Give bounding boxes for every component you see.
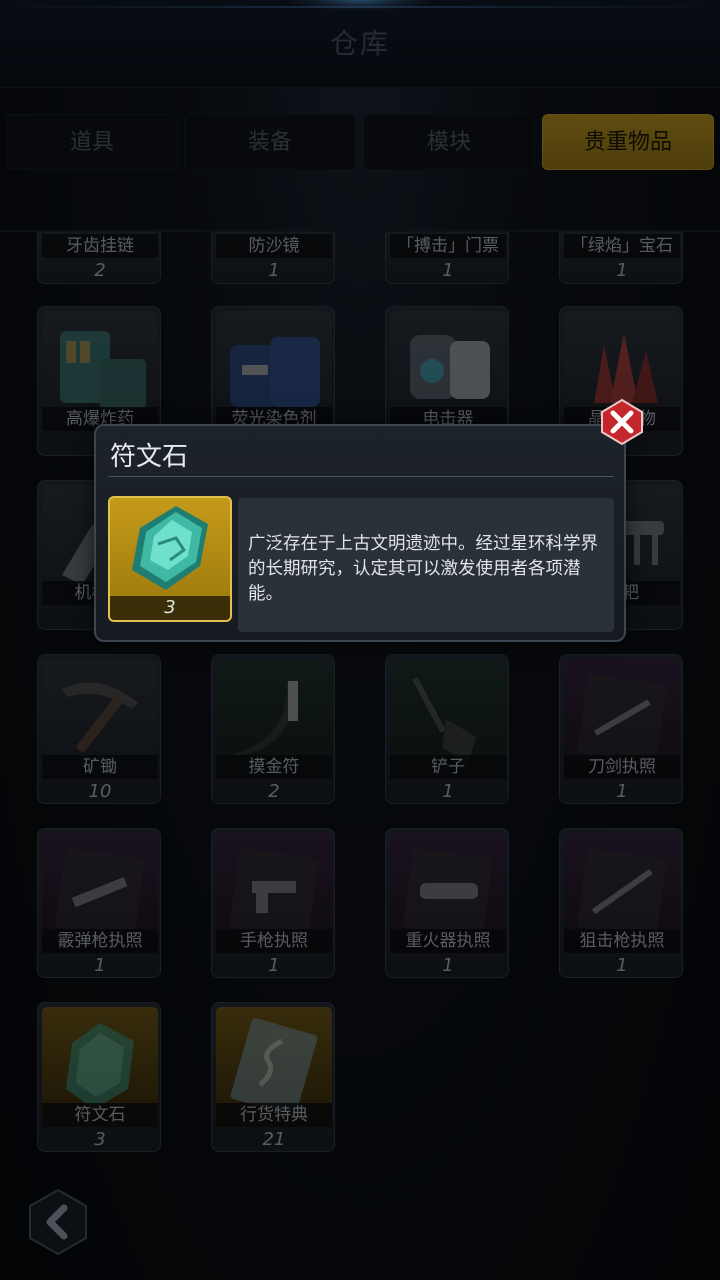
warehouse-screen: 仓库 道具 装备 模块 贵重物品 牙齿挂链 2 防沙镜 1 「搏击」门票 1 「…	[0, 0, 720, 1280]
popup-title: 符文石	[110, 442, 189, 472]
popup-description: 广泛存在于上古文明遗迹中。经过星环科学界的长期研究，认定其可以激发使用者各项潜能…	[238, 498, 614, 632]
popup-item-count: 3	[110, 596, 230, 620]
popup-divider	[108, 476, 614, 477]
item-detail-popup: 符文石 3 广泛存在于上古文明遗迹中。经过星环科学界的长期研究，认定其可以激发使…	[94, 424, 626, 642]
close-button[interactable]	[598, 398, 646, 446]
rune-stone-icon	[132, 506, 208, 590]
close-icon	[601, 398, 643, 446]
popup-item-icon: 3	[108, 496, 232, 622]
